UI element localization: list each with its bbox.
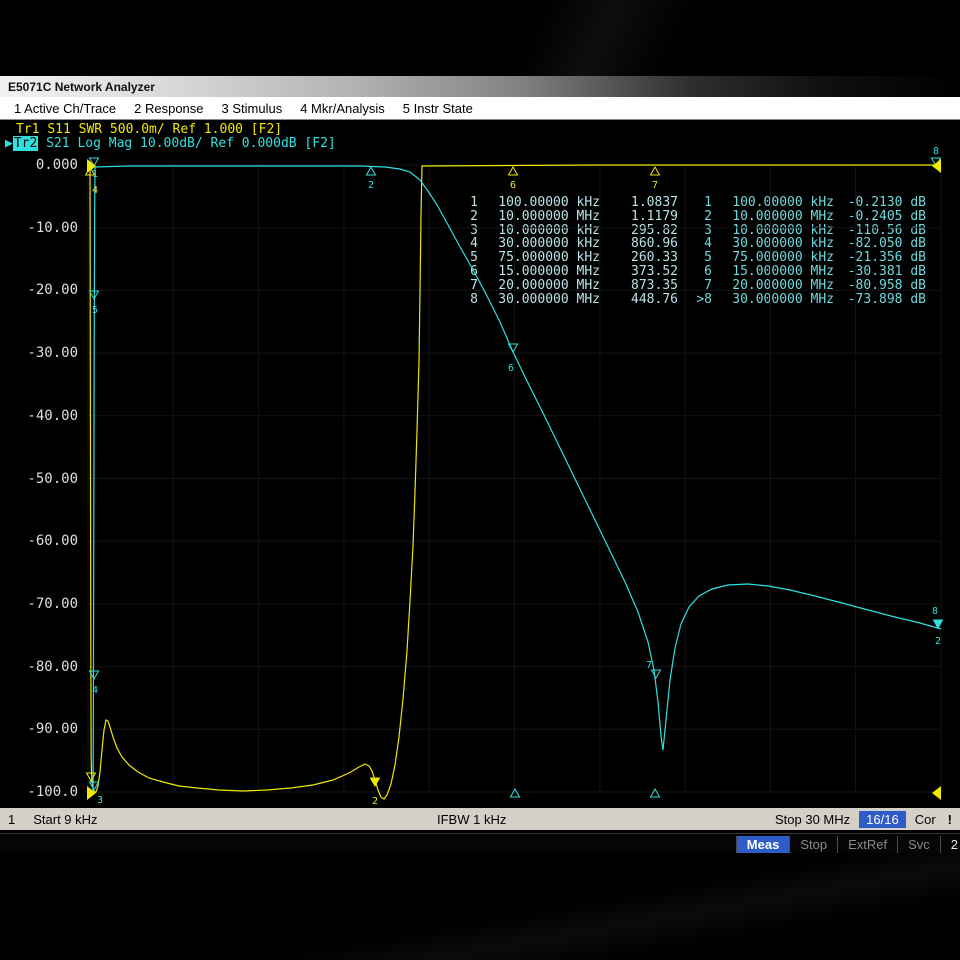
marker-number-label: 6 <box>508 363 514 374</box>
correction-status: Cor <box>915 812 936 827</box>
marker-number-label: 3 <box>97 795 103 806</box>
marker-number-label: 5 <box>92 305 98 316</box>
status-left: 1 Start 9 kHz <box>8 812 98 827</box>
reference-wedge-icon <box>932 786 941 800</box>
instrument-state-2: 2 <box>940 836 960 853</box>
status-bar: 1 Start 9 kHz IFBW 1 kHz Stop 30 MHz 16/… <box>0 808 960 830</box>
instrument-state-extref: ExtRef <box>837 836 897 853</box>
marker-number-label: 8 <box>933 146 939 157</box>
instrument-state-meas: Meas <box>736 836 790 853</box>
marker-number-label: 6 <box>510 180 516 191</box>
marker-number-label: 2 <box>935 636 941 647</box>
stop-frequency[interactable]: Stop 30 MHz <box>775 812 850 827</box>
marker-number-label: 1 <box>92 169 98 180</box>
trace-tr1-swr <box>90 165 941 799</box>
channel-number: 1 <box>8 812 15 827</box>
marker-number-label: 4 <box>92 685 98 696</box>
points-badge: 16/16 <box>859 811 906 828</box>
marker-number-label: 2 <box>372 796 378 807</box>
alert-indicator: ! <box>945 812 955 827</box>
instrument-state-stop: Stop <box>789 836 837 853</box>
marker-triangle-icon[interactable] <box>651 789 660 797</box>
instrument-status-bar: MeasStopExtRefSvc2 <box>0 833 960 854</box>
marker-triangle-icon[interactable] <box>371 778 380 786</box>
marker-triangle-icon[interactable] <box>651 167 660 175</box>
marker-triangle-icon[interactable] <box>367 167 376 175</box>
analyzer-screen: E5071C Network Analyzer 1 Active Ch/Trac… <box>0 0 960 960</box>
marker-number-label: 7 <box>652 180 658 191</box>
instrument-state-svc: Svc <box>897 836 940 853</box>
ifbw-value[interactable]: IFBW 1 kHz <box>437 812 506 827</box>
marker-number-label: 4 <box>92 185 98 196</box>
start-frequency[interactable]: Start 9 kHz <box>33 812 97 827</box>
marker-triangle-icon[interactable] <box>652 670 661 678</box>
marker-triangle-icon[interactable] <box>509 167 518 175</box>
marker-number-label: 7 <box>646 660 652 671</box>
status-right: Stop 30 MHz 16/16 Cor ! <box>775 811 955 828</box>
marker-number-label: 8 <box>932 606 938 617</box>
marker-number-label: 2 <box>368 180 374 191</box>
bottom-bezel <box>0 853 960 960</box>
